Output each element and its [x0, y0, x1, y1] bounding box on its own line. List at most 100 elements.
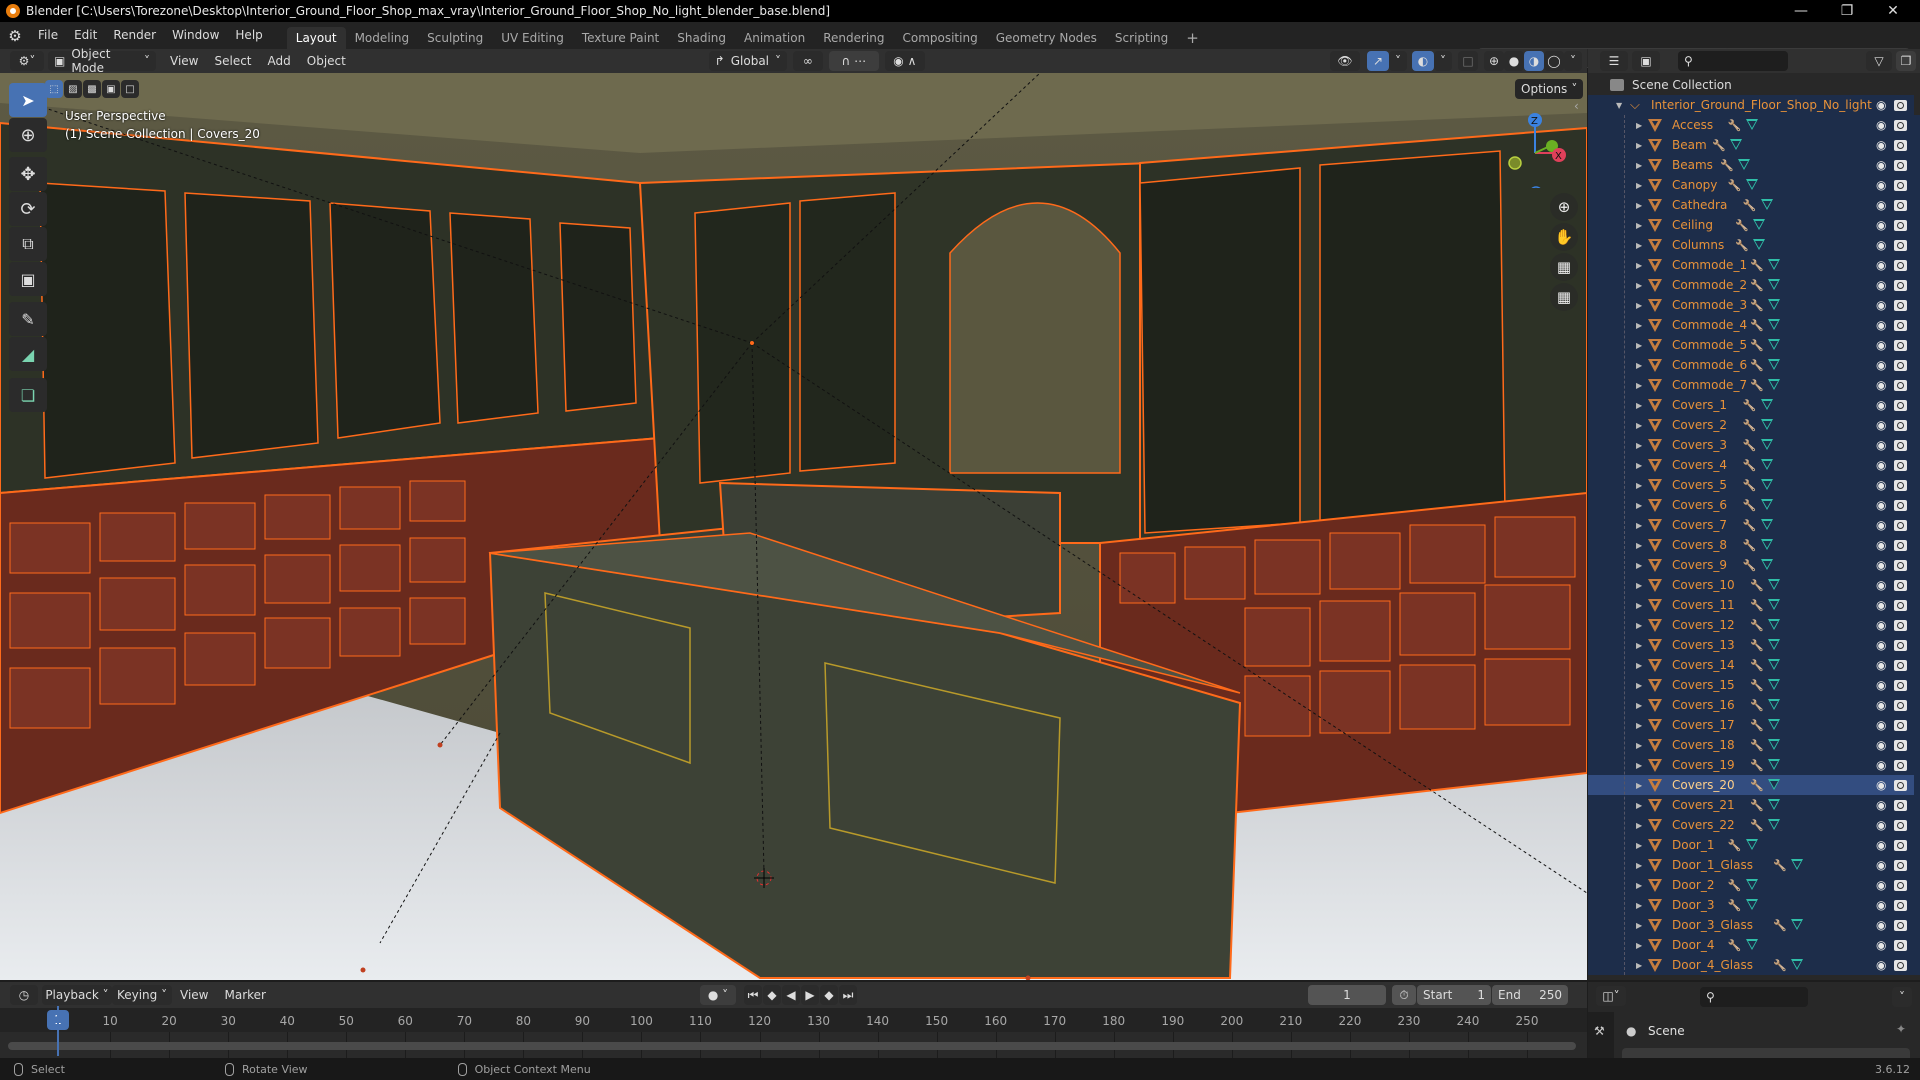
- mesh-data-icon[interactable]: [1745, 839, 1758, 850]
- expand-triangle-icon[interactable]: ▶: [1636, 641, 1642, 650]
- outliner-item[interactable]: ▶ Covers_12 🔧 ◉: [1588, 615, 1914, 635]
- eye-icon[interactable]: ◉: [1876, 498, 1886, 512]
- eye-icon[interactable]: ◉: [1876, 858, 1886, 872]
- shading-dropdown[interactable]: ˅: [1564, 51, 1582, 71]
- select-intersect-icon[interactable]: □: [121, 80, 139, 98]
- expand-triangle-icon[interactable]: ▶: [1636, 701, 1642, 710]
- eye-icon[interactable]: ◉: [1876, 98, 1886, 112]
- play-icon[interactable]: ▶: [801, 985, 819, 1005]
- cursor-tool[interactable]: ⊕: [9, 118, 47, 152]
- mesh-data-icon[interactable]: [1768, 719, 1781, 730]
- outliner-item[interactable]: ▶ Covers_13 🔧 ◉: [1588, 635, 1914, 655]
- annotate-tool[interactable]: ✎: [9, 302, 47, 336]
- mesh-data-icon[interactable]: [1768, 819, 1781, 830]
- mesh-data-icon[interactable]: [1791, 959, 1804, 970]
- expand-triangle-icon[interactable]: ▶: [1636, 721, 1642, 730]
- expand-triangle-icon[interactable]: ▶: [1636, 121, 1642, 130]
- outliner-item[interactable]: ▶ Commode_4 🔧 ◉: [1588, 315, 1914, 335]
- mesh-data-icon[interactable]: [1768, 299, 1781, 310]
- expand-triangle-icon[interactable]: ▶: [1636, 361, 1642, 370]
- modifier-wrench-icon[interactable]: 🔧: [1750, 579, 1764, 592]
- mesh-data-icon[interactable]: [1760, 479, 1773, 490]
- eye-icon[interactable]: ◉: [1876, 958, 1886, 972]
- render-camera-icon[interactable]: [1894, 639, 1907, 651]
- render-camera-icon[interactable]: [1894, 899, 1907, 911]
- outliner-item[interactable]: ▶ Canopy 🔧 ◉: [1588, 175, 1914, 195]
- mesh-data-icon[interactable]: [1768, 579, 1781, 590]
- expand-triangle-icon[interactable]: ▶: [1636, 541, 1642, 550]
- mesh-data-icon[interactable]: [1768, 279, 1781, 290]
- close-icon[interactable]: ✕: [1870, 0, 1916, 22]
- render-camera-icon[interactable]: [1894, 959, 1907, 971]
- grid-ortho-icon[interactable]: ▦: [1550, 283, 1578, 311]
- gizmo-toggle[interactable]: ↗: [1367, 51, 1389, 71]
- modifier-wrench-icon[interactable]: 🔧: [1728, 879, 1742, 892]
- render-camera-icon[interactable]: [1894, 879, 1907, 891]
- modifier-wrench-icon[interactable]: 🔧: [1728, 179, 1742, 192]
- rendered-shading-button[interactable]: ◯: [1544, 51, 1564, 71]
- mesh-data-icon[interactable]: [1768, 799, 1781, 810]
- outliner-item[interactable]: ▶ Access 🔧 ◉: [1588, 115, 1914, 135]
- mesh-data-icon[interactable]: [1768, 699, 1781, 710]
- eye-icon[interactable]: ◉: [1876, 558, 1886, 572]
- expand-triangle-icon[interactable]: ▶: [1636, 461, 1642, 470]
- eye-icon[interactable]: ◉: [1876, 258, 1886, 272]
- render-camera-icon[interactable]: [1894, 839, 1907, 851]
- visibility-dropdown[interactable]: 👁: [1330, 51, 1360, 71]
- modifier-wrench-icon[interactable]: 🔧: [1750, 299, 1764, 312]
- render-camera-icon[interactable]: [1894, 619, 1907, 631]
- render-camera-icon[interactable]: [1894, 559, 1907, 571]
- outliner-item[interactable]: ▶ Door_2 🔧 ◉: [1588, 875, 1914, 895]
- options-dropdown[interactable]: Options ˅: [1515, 79, 1584, 99]
- outliner-item[interactable]: ▶ Covers_5 🔧 ◉: [1588, 475, 1914, 495]
- orientation-dropdown[interactable]: ↱ Global ˅: [708, 51, 787, 71]
- modifier-wrench-icon[interactable]: 🔧: [1750, 339, 1764, 352]
- expand-triangle-icon[interactable]: ▶: [1636, 581, 1642, 590]
- modifier-wrench-icon[interactable]: 🔧: [1743, 479, 1757, 492]
- render-camera-icon[interactable]: [1894, 259, 1907, 271]
- render-camera-icon[interactable]: [1894, 379, 1907, 391]
- mesh-data-icon[interactable]: [1738, 159, 1750, 170]
- menu-edit[interactable]: Edit: [66, 22, 105, 49]
- mesh-data-icon[interactable]: [1745, 179, 1758, 190]
- render-camera-icon[interactable]: [1894, 719, 1907, 731]
- render-camera-icon[interactable]: [1894, 439, 1907, 451]
- pan-hand-icon[interactable]: ✋: [1550, 223, 1578, 251]
- keying-dropdown[interactable]: Keying ˅: [112, 985, 172, 1005]
- proportional-edit-toggle[interactable]: ◉ ∧: [884, 51, 925, 71]
- gizmo-dropdown[interactable]: ˅: [1389, 51, 1407, 71]
- eye-icon[interactable]: ◉: [1876, 918, 1886, 932]
- mesh-data-icon[interactable]: [1745, 119, 1758, 130]
- expand-triangle-icon[interactable]: ▶: [1636, 181, 1642, 190]
- expand-triangle-icon[interactable]: ▶: [1636, 381, 1642, 390]
- select-extend-icon[interactable]: ▨: [64, 80, 82, 98]
- eye-icon[interactable]: ◉: [1876, 338, 1886, 352]
- expand-triangle-icon[interactable]: ▶: [1636, 161, 1642, 170]
- expand-triangle-icon[interactable]: ▶: [1636, 781, 1642, 790]
- mesh-data-icon[interactable]: [1760, 519, 1773, 530]
- render-camera-icon[interactable]: [1894, 239, 1907, 251]
- expand-triangle-icon[interactable]: ▶: [1636, 561, 1642, 570]
- render-camera-icon[interactable]: [1894, 859, 1907, 871]
- render-camera-icon[interactable]: [1894, 139, 1907, 151]
- modifier-wrench-icon[interactable]: 🔧: [1750, 819, 1764, 832]
- outliner-item[interactable]: ▶ Commode_2 🔧 ◉: [1588, 275, 1914, 295]
- expand-triangle-icon[interactable]: ▶: [1636, 141, 1642, 150]
- outliner-item[interactable]: ▶ Commode_5 🔧 ◉: [1588, 335, 1914, 355]
- mode-dropdown[interactable]: ▣ Object Mode ˅: [48, 47, 156, 75]
- eye-icon[interactable]: ◉: [1876, 458, 1886, 472]
- menu-view[interactable]: View: [162, 54, 206, 68]
- mesh-data-icon[interactable]: [1760, 559, 1773, 570]
- outliner-item[interactable]: ▶ Covers_22 🔧 ◉: [1588, 815, 1914, 835]
- render-camera-icon[interactable]: [1894, 479, 1907, 491]
- mesh-data-icon[interactable]: [1745, 939, 1758, 950]
- outliner-item[interactable]: ▶ Commode_3 🔧 ◉: [1588, 295, 1914, 315]
- modifier-wrench-icon[interactable]: 🔧: [1728, 899, 1742, 912]
- outliner-item[interactable]: ▶ Commode_6 🔧 ◉: [1588, 355, 1914, 375]
- navigation-gizmo[interactable]: Z X: [1500, 108, 1570, 188]
- expand-triangle-icon[interactable]: ▶: [1636, 201, 1642, 210]
- xray-toggle[interactable]: □: [1458, 51, 1478, 71]
- add-workspace-button[interactable]: +: [1177, 27, 1208, 49]
- mesh-data-icon[interactable]: [1768, 779, 1781, 790]
- eye-icon[interactable]: ◉: [1876, 838, 1886, 852]
